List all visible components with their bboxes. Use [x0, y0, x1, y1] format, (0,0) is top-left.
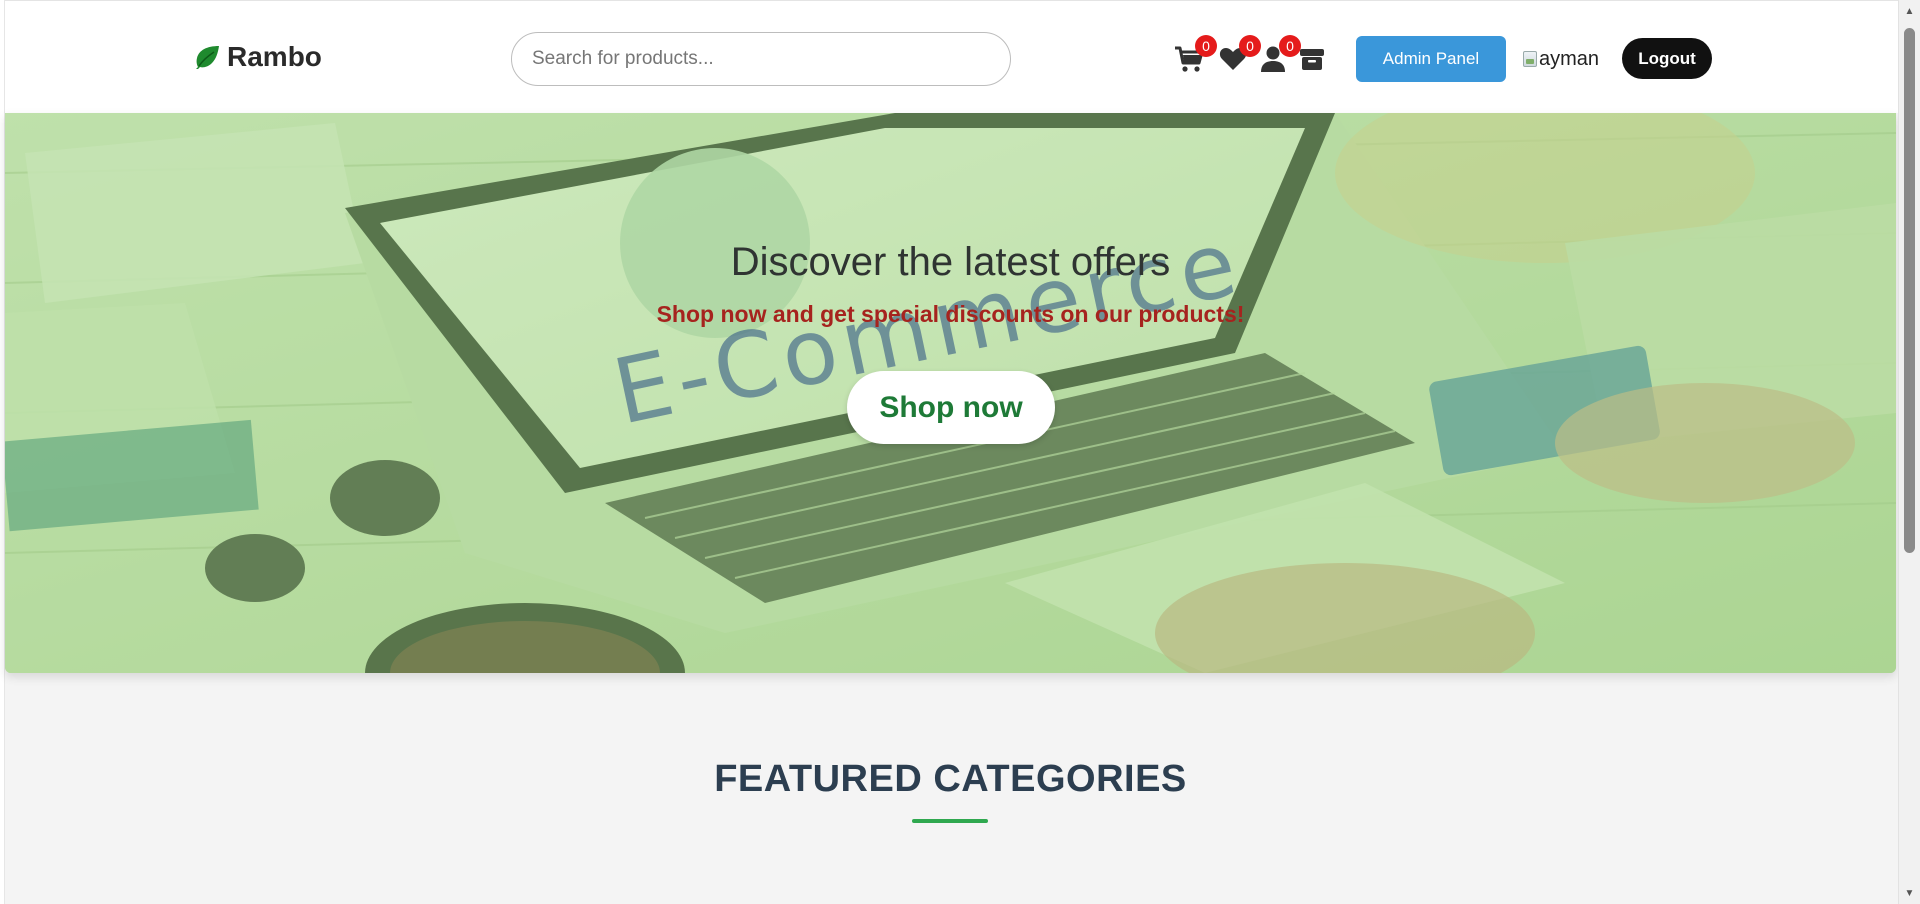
site-header: Rambo 0 0 0 [5, 0, 1898, 113]
hero-banner: E-Commerce Discover the latest offers Sh… [5, 113, 1896, 673]
search-input[interactable] [511, 32, 1011, 86]
profile-button[interactable]: 0 [1257, 35, 1301, 75]
box-icon [1300, 49, 1324, 70]
heading-underline [912, 819, 988, 823]
scroll-up-arrow-icon[interactable]: ▲ [1899, 0, 1920, 22]
featured-categories-heading: FEATURED CATEGORIES [714, 758, 1187, 800]
cart-button[interactable]: 0 [1173, 35, 1217, 75]
leaf-icon [196, 46, 219, 69]
page-viewport: Rambo 0 0 0 [0, 0, 1898, 904]
site-logo[interactable]: Rambo [193, 37, 322, 77]
scroll-thumb[interactable] [1904, 28, 1915, 553]
shop-now-button[interactable]: Shop now [847, 371, 1055, 444]
logo-text: Rambo [227, 41, 322, 72]
cart-count-badge: 0 [1195, 35, 1217, 57]
avatar-alt-text: ayman [1539, 47, 1600, 70]
logout-button[interactable]: Logout [1622, 38, 1712, 79]
wishlist-button[interactable]: 0 [1217, 35, 1261, 75]
avatar[interactable]: ayman [1523, 47, 1599, 71]
scroll-down-arrow-icon[interactable]: ▼ [1899, 882, 1920, 904]
admin-panel-button[interactable]: Admin Panel [1356, 36, 1506, 82]
page-scrollbar[interactable]: ▲ ▼ [1898, 0, 1920, 904]
hero-subtitle: Shop now and get special discounts on ou… [656, 301, 1245, 327]
orders-button[interactable] [1296, 43, 1328, 75]
hero-title: Discover the latest offers [730, 240, 1171, 284]
broken-image-icon [1523, 51, 1537, 67]
